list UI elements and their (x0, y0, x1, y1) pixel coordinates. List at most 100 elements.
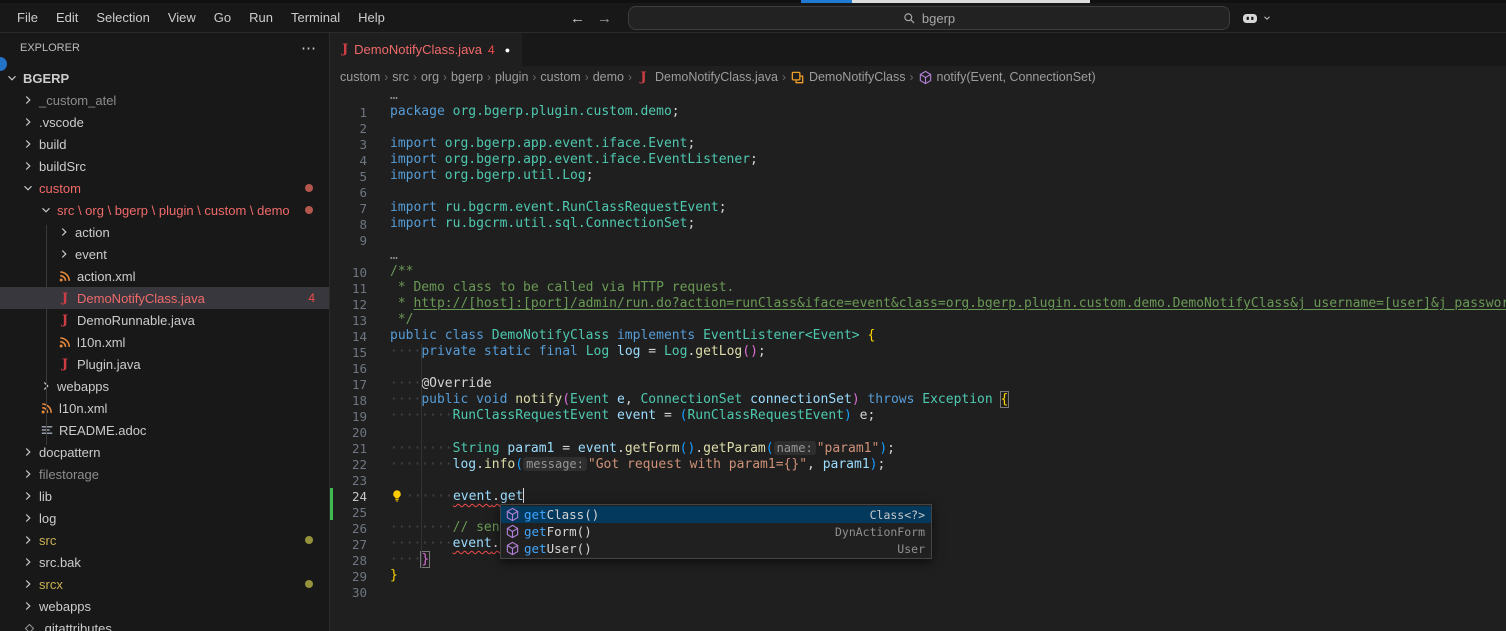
menu-file[interactable]: File (8, 3, 47, 33)
tree-item[interactable]: l10n.xml (0, 331, 329, 353)
menu-edit[interactable]: Edit (47, 3, 87, 33)
code-line[interactable]: 22········log.info(message:"Got request … (330, 456, 1506, 472)
breadcrumb-item[interactable]: JDemoNotifyClass.java (636, 70, 778, 85)
tree-item[interactable]: buildSrc (0, 155, 329, 177)
tree-item[interactable]: .vscode (0, 111, 329, 133)
breadcrumb-separator: › (628, 70, 632, 84)
tree-item[interactable]: .gitattributes (0, 617, 329, 631)
breadcrumb-item[interactable]: notify(Event, ConnectionSet) (918, 70, 1096, 85)
code-line[interactable]: 30 (330, 584, 1506, 600)
chevron-right-icon (20, 598, 36, 614)
tree-item-root[interactable]: BGERP (0, 67, 329, 89)
tree-item[interactable]: webapps (0, 595, 329, 617)
menu-run[interactable]: Run (240, 3, 282, 33)
status-dot-badge (305, 184, 313, 192)
code-line[interactable]: 23 (330, 472, 1506, 488)
breadcrumb-item[interactable]: src (392, 70, 409, 84)
code-line[interactable]: 14public class DemoNotifyClass implement… (330, 328, 1506, 344)
tree-item[interactable]: src \ org \ bgerp \ plugin \ custom \ de… (0, 199, 329, 221)
code-line[interactable]: 19········RunClassRequestEvent event = (… (330, 408, 1506, 424)
chevron-down-icon (20, 180, 36, 196)
code-line[interactable]: 10/** (330, 264, 1506, 280)
tree-item[interactable]: lib (0, 485, 329, 507)
code-line[interactable]: 21········String param1 = event.getForm(… (330, 440, 1506, 456)
menu-selection[interactable]: Selection (87, 3, 158, 33)
code-line[interactable]: 29} (330, 568, 1506, 584)
code-editor[interactable]: …1package org.bgerp.plugin.custom.demo;2… (330, 88, 1506, 631)
tree-item[interactable]: log (0, 507, 329, 529)
breadcrumb-item[interactable]: org (421, 70, 439, 84)
code-line[interactable]: 7import ru.bgcrm.event.RunClassRequestEv… (330, 200, 1506, 216)
menu-terminal[interactable]: Terminal (282, 3, 349, 33)
command-center-search[interactable]: bgerp (628, 6, 1230, 30)
modified-indicator[interactable]: ● (505, 45, 510, 55)
code-line[interactable]: 8import ru.bgcrm.util.sql.ConnectionSet; (330, 216, 1506, 232)
java-file-icon: J (342, 42, 348, 57)
code-line[interactable]: 4import org.bgerp.app.event.iface.EventL… (330, 152, 1506, 168)
code-line[interactable]: 11 * Demo class to be called via HTTP re… (330, 280, 1506, 296)
menu-help[interactable]: Help (349, 3, 394, 33)
tree-item[interactable]: src (0, 529, 329, 551)
tree-item[interactable]: filestorage (0, 463, 329, 485)
code-line[interactable]: 3import org.bgerp.app.event.iface.Event; (330, 136, 1506, 152)
code-line[interactable]: 9 (330, 232, 1506, 248)
breadcrumb-item[interactable]: bgerp (451, 70, 483, 84)
forward-button[interactable]: → (597, 10, 612, 27)
gutter (330, 88, 333, 104)
line-number: 25 (333, 505, 367, 520)
breadcrumb-item[interactable]: DemoNotifyClass (790, 70, 906, 85)
code-line[interactable]: 20 (330, 424, 1506, 440)
breadcrumb-item[interactable]: custom (540, 70, 580, 84)
tree-item[interactable]: JDemoNotifyClass.java4 (0, 287, 329, 309)
more-actions-icon[interactable]: ⋯ (301, 39, 317, 57)
breadcrumb-separator: › (585, 70, 589, 84)
breadcrumb-item[interactable]: custom (340, 70, 380, 84)
line-number: 20 (333, 425, 367, 440)
code-line[interactable]: 2 (330, 120, 1506, 136)
tree-item[interactable]: action.xml (0, 265, 329, 287)
breadcrumb-item[interactable]: plugin (495, 70, 528, 84)
code-line[interactable]: 12 * http://[host]:[port]/admin/run.do?a… (330, 296, 1506, 312)
xml-file-icon (56, 334, 74, 350)
tab-demonotifyclass[interactable]: J DemoNotifyClass.java 4 ● (330, 33, 522, 66)
code-line[interactable]: 15····private static final Log log = Log… (330, 344, 1506, 360)
chevron-right-icon (20, 158, 36, 174)
code-line[interactable]: … (330, 88, 1506, 104)
tree-item[interactable]: JDemoRunnable.java (0, 309, 329, 331)
tree-item[interactable]: src.bak (0, 551, 329, 573)
tree-item[interactable]: srcx (0, 573, 329, 595)
tree-item[interactable]: docpattern (0, 441, 329, 463)
code-line[interactable]: 5import org.bgerp.util.Log; (330, 168, 1506, 184)
code-line[interactable]: 18····public void notify(Event e, Connec… (330, 392, 1506, 408)
menu-go[interactable]: Go (205, 3, 240, 33)
tree-item[interactable]: _custom_atel (0, 89, 329, 111)
tree-item[interactable]: build (0, 133, 329, 155)
tree-item[interactable]: action (0, 221, 329, 243)
code-line[interactable]: 24······event.get (330, 488, 1506, 504)
suggestion-item[interactable]: getClass()Class<?> (501, 506, 931, 523)
breadcrumb-separator: › (782, 70, 786, 84)
java-file-icon: J (56, 290, 74, 306)
chevron-right-icon (20, 488, 36, 504)
tree-item[interactable]: webapps (0, 375, 329, 397)
menu-view[interactable]: View (159, 3, 205, 33)
code-line[interactable]: 17····@Override (330, 376, 1506, 392)
copilot-menu[interactable] (1241, 3, 1272, 33)
code-line[interactable]: 13 */ (330, 312, 1506, 328)
tree-item[interactable]: event (0, 243, 329, 265)
code-line[interactable]: 16 (330, 360, 1506, 376)
xml-file-icon (56, 268, 74, 284)
code-line[interactable]: … (330, 248, 1506, 264)
suggestion-item[interactable]: getUser()User (501, 540, 931, 557)
tree-item[interactable]: JPlugin.java (0, 353, 329, 375)
code-line[interactable]: 6 (330, 184, 1506, 200)
line-number: 19 (333, 409, 367, 424)
suggestion-item[interactable]: getForm()DynActionForm (501, 523, 931, 540)
line-number: 8 (333, 217, 367, 232)
tree-item[interactable]: custom (0, 177, 329, 199)
back-button[interactable]: ← (570, 10, 585, 27)
tree-item[interactable]: README.adoc (0, 419, 329, 441)
code-line[interactable]: 1package org.bgerp.plugin.custom.demo; (330, 104, 1506, 120)
breadcrumb-item[interactable]: demo (593, 70, 624, 84)
tree-item[interactable]: l10n.xml (0, 397, 329, 419)
